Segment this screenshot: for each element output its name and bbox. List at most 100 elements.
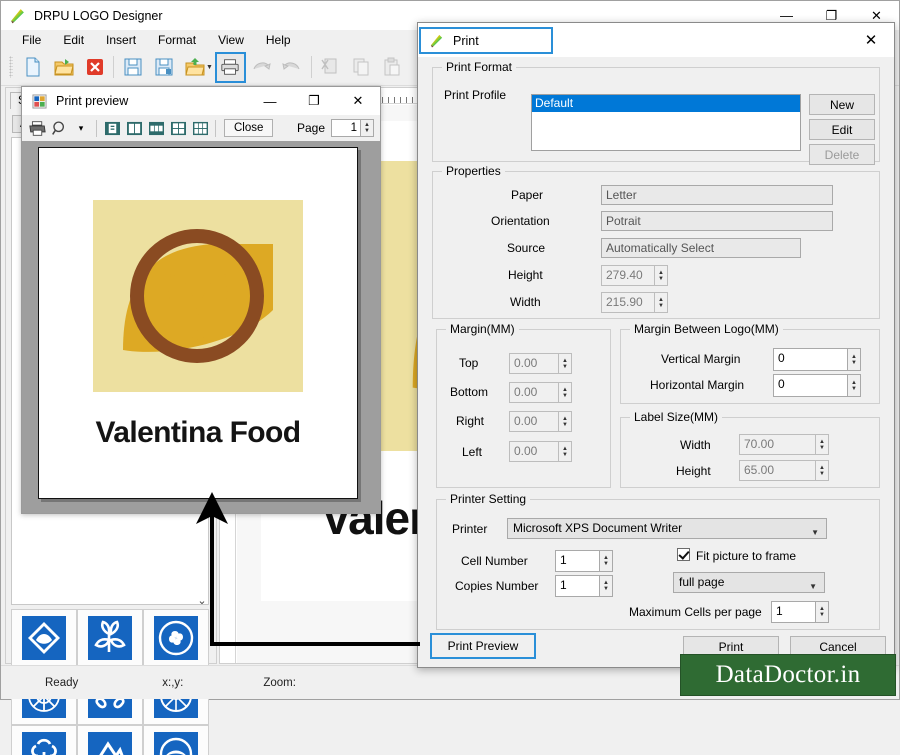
page-number-stepper[interactable]: ▲ ▼ [361,119,374,137]
print-preview-minimize-button[interactable]: — [248,87,292,115]
label-width-step-down-icon[interactable]: ▼ [819,445,825,451]
horizontal-margin-stepper[interactable]: 0 ▲ ▼ [773,374,861,397]
source-value[interactable]: Automatically Select [601,238,801,258]
menu-insert[interactable]: Insert [95,31,147,49]
six-pages-icon[interactable] [189,117,211,139]
menu-edit[interactable]: Edit [52,31,95,49]
horizontal-margin-value[interactable]: 0 [773,374,847,397]
vertical-margin-value[interactable]: 0 [773,348,847,371]
print-preview-button[interactable]: Print Preview [430,633,536,659]
label-width-stepper[interactable]: 70.00 ▲ ▼ [739,434,829,455]
margin-left-stepper-buttons[interactable]: ▲ ▼ [558,441,572,462]
save-icon[interactable] [117,52,148,83]
margin-right-step-down-icon[interactable]: ▼ [562,422,568,428]
vertical-margin-step-down-icon[interactable]: ▼ [851,360,857,366]
paper-value[interactable]: Letter [601,185,833,205]
height-stepper[interactable]: 279.40 ▲ ▼ [601,265,668,286]
print-profile-item-default[interactable]: Default [532,95,800,112]
maximum-cells-stepper[interactable]: 1 ▲ ▼ [771,601,829,623]
four-pages-icon[interactable] [167,117,189,139]
print-dialog-close-button[interactable]: ✕ [858,29,884,51]
symbol-item[interactable] [11,609,77,667]
edit-profile-button[interactable]: Edit [809,119,875,140]
open-icon[interactable] [48,52,79,83]
margin-top-step-down-icon[interactable]: ▼ [562,364,568,370]
label-width-value[interactable]: 70.00 [739,434,815,455]
new-profile-button[interactable]: New [809,94,875,115]
cell-number-value[interactable]: 1 [555,550,599,572]
vertical-margin-stepper[interactable]: 0 ▲ ▼ [773,348,861,371]
export-icon[interactable] [179,52,210,83]
height-stepper-buttons[interactable]: ▲ ▼ [654,265,668,286]
horizontal-margin-step-down-icon[interactable]: ▼ [851,386,857,392]
save-as-icon[interactable] [148,52,179,83]
label-width-stepper-buttons[interactable]: ▲ ▼ [815,434,829,455]
printer-select[interactable]: Microsoft XPS Document Writer ▼ [507,518,827,539]
fit-picture-to-frame-checkbox[interactable] [677,548,690,561]
margin-bottom-stepper-buttons[interactable]: ▲ ▼ [558,382,572,403]
horizontal-margin-stepper-buttons[interactable]: ▲ ▼ [847,374,861,397]
fit-mode-select[interactable]: full page ▼ [673,572,825,593]
margin-top-value[interactable]: 0.00 [509,353,558,374]
copies-number-step-down-icon[interactable]: ▼ [603,586,609,592]
close-document-icon[interactable] [79,52,110,83]
copies-number-stepper[interactable]: 1 ▲ ▼ [555,575,613,597]
menu-view[interactable]: View [207,31,255,49]
symbol-item[interactable] [143,725,209,755]
copies-number-value[interactable]: 1 [555,575,599,597]
zoom-dropdown-icon[interactable]: ▾ [70,117,92,139]
menu-file[interactable]: File [11,31,52,49]
margin-bottom-stepper[interactable]: 0.00 ▲ ▼ [509,382,572,403]
page-number-input[interactable]: 1 [331,119,361,137]
menu-help[interactable]: Help [255,31,302,49]
print-icon[interactable] [214,51,246,83]
width-step-down-icon[interactable]: ▼ [658,303,664,309]
label-height-stepper-buttons[interactable]: ▲ ▼ [815,460,829,481]
label-height-value[interactable]: 65.00 [739,460,815,481]
margin-bottom-value[interactable]: 0.00 [509,382,558,403]
symbol-item[interactable] [11,725,77,755]
label-height-step-down-icon[interactable]: ▼ [819,471,825,477]
margin-top-stepper-buttons[interactable]: ▲ ▼ [558,353,572,374]
margin-right-value[interactable]: 0.00 [509,411,558,432]
menu-format[interactable]: Format [147,31,207,49]
maximum-cells-stepper-buttons[interactable]: ▲ ▼ [815,601,829,623]
margin-left-value[interactable]: 0.00 [509,441,558,462]
symbol-item[interactable] [77,609,143,667]
magnifier-icon[interactable] [48,117,70,139]
one-page-icon[interactable] [101,117,123,139]
margin-top-stepper[interactable]: 0.00 ▲ ▼ [509,353,572,374]
symbols-scroll-down-icon[interactable]: ⌄ [193,593,211,607]
maximum-cells-step-down-icon[interactable]: ▼ [819,612,825,618]
preview-close-button[interactable]: Close [224,119,274,137]
printer-icon[interactable] [26,117,48,139]
print-profile-list[interactable]: Default [531,94,801,151]
margin-bottom-step-down-icon[interactable]: ▼ [562,393,568,399]
height-value[interactable]: 279.40 [601,265,654,286]
two-pages-icon[interactable] [123,117,145,139]
cell-number-step-down-icon[interactable]: ▼ [603,561,609,567]
print-preview-body[interactable]: Valentina Food [22,141,380,513]
symbol-item[interactable] [143,609,209,667]
cell-number-stepper-buttons[interactable]: ▲ ▼ [599,550,613,572]
margin-left-stepper[interactable]: 0.00 ▲ ▼ [509,441,572,462]
print-preview-close-button[interactable]: ✕ [336,87,380,115]
margin-right-stepper[interactable]: 0.00 ▲ ▼ [509,411,572,432]
width-stepper-buttons[interactable]: ▲ ▼ [654,292,668,313]
maximum-cells-value[interactable]: 1 [771,601,815,623]
toolbar-grip[interactable] [9,56,13,78]
vertical-margin-stepper-buttons[interactable]: ▲ ▼ [847,348,861,371]
copies-number-stepper-buttons[interactable]: ▲ ▼ [599,575,613,597]
label-height-stepper[interactable]: 65.00 ▲ ▼ [739,460,829,481]
new-icon[interactable] [17,52,48,83]
width-stepper[interactable]: 215.90 ▲ ▼ [601,292,668,313]
height-step-down-icon[interactable]: ▼ [658,276,664,282]
margin-right-stepper-buttons[interactable]: ▲ ▼ [558,411,572,432]
print-preview-maximize-button[interactable]: ❐ [292,87,336,115]
margin-left-step-down-icon[interactable]: ▼ [562,452,568,458]
symbol-item[interactable] [77,725,143,755]
width-value[interactable]: 215.90 [601,292,654,313]
page-step-down-icon[interactable]: ▼ [364,128,370,134]
three-pages-icon[interactable] [145,117,167,139]
cell-number-stepper[interactable]: 1 ▲ ▼ [555,550,613,572]
